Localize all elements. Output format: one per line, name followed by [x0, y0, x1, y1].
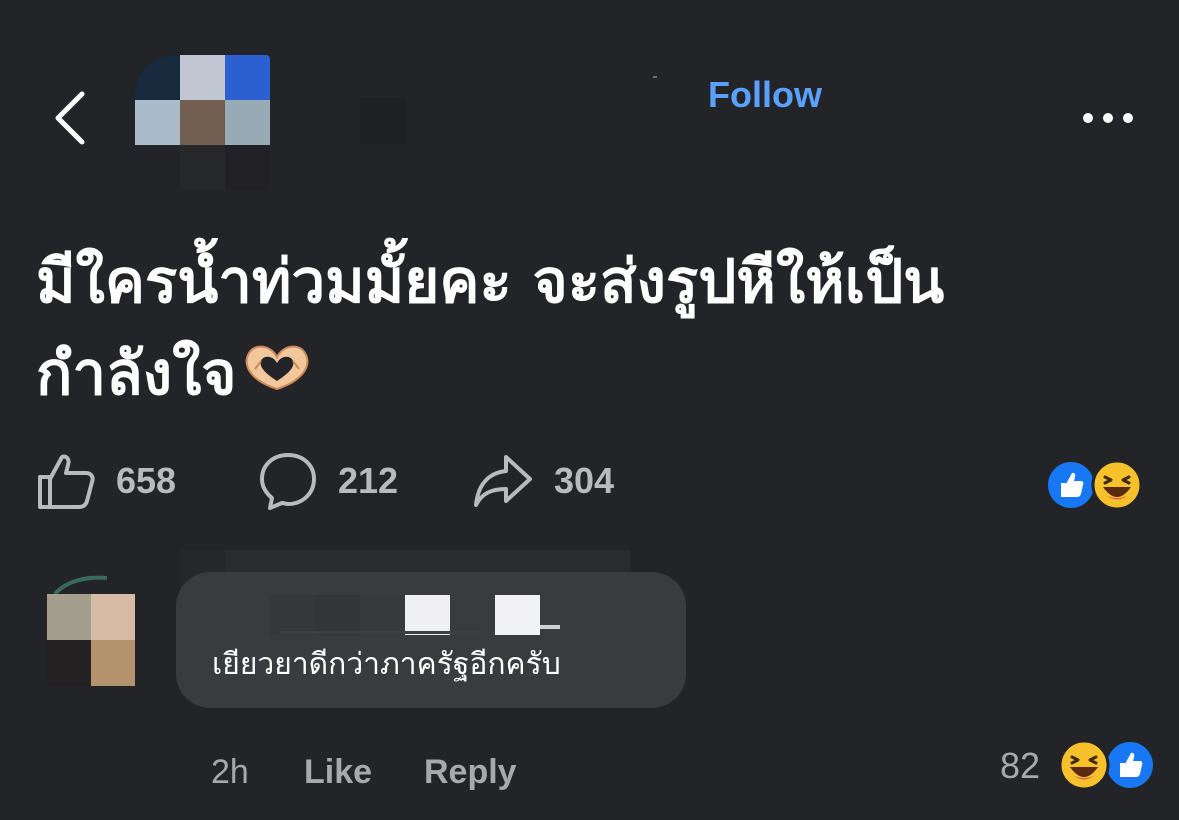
author-name-redacted — [360, 98, 406, 144]
follow-button[interactable]: Follow — [708, 74, 822, 116]
comment-reactions[interactable] — [1058, 739, 1158, 791]
comment-text: เยียวยาดีกว่าภาครัฐอีกครับ — [212, 647, 561, 682]
more-dots-icon — [1083, 113, 1133, 123]
more-options-button[interactable] — [1078, 104, 1138, 132]
post-screen: Follow มีใครน้ำท่วมมั้ยคะ จะส่งรูปหีให้เ… — [0, 0, 1179, 820]
author-avatar[interactable] — [135, 55, 270, 190]
like-reaction-icon — [1105, 740, 1155, 790]
share-count: 304 — [554, 460, 615, 501]
thumbs-up-icon — [38, 454, 95, 509]
like-count: 658 — [116, 460, 177, 501]
like-action[interactable]: 658 — [36, 450, 176, 512]
post-text: มีใครน้ำท่วมมั้ยคะ จะส่งรูปหีให้เป็น กำล… — [36, 236, 1136, 423]
header-separator — [653, 76, 657, 78]
commenter-name-pixelated — [270, 595, 560, 635]
like-reaction-icon — [1046, 460, 1096, 510]
heart-hands-emoji-icon — [241, 325, 313, 417]
post-text-line-1: มีใครน้ำท่วมมั้ยคะ จะส่งรูปหีให้เป็น — [36, 247, 945, 317]
chevron-left-icon — [55, 91, 85, 145]
comment-like-button[interactable]: Like — [304, 752, 372, 792]
comment-reaction-count: 82 — [1000, 745, 1041, 786]
post-reactions-summary[interactable] — [1045, 459, 1145, 511]
comment-reply-button[interactable]: Reply — [424, 752, 517, 792]
post-text-line-2: กำลังใจ — [36, 328, 1136, 423]
post-text-line-2-words: กำลังใจ — [36, 339, 237, 409]
comment-timestamp: 2h — [211, 753, 249, 791]
share-arrow-icon — [474, 455, 532, 507]
back-button[interactable] — [48, 86, 98, 150]
haha-reaction-icon — [1091, 459, 1143, 511]
comment-bubble[interactable] — [176, 572, 686, 708]
comment-bubble-icon — [260, 453, 316, 510]
share-action[interactable]: 304 — [472, 450, 614, 512]
comment-action[interactable]: 212 — [258, 450, 398, 512]
comment-count: 212 — [338, 460, 399, 501]
haha-reaction-icon — [1058, 739, 1110, 791]
commenter-avatar[interactable] — [45, 572, 137, 692]
